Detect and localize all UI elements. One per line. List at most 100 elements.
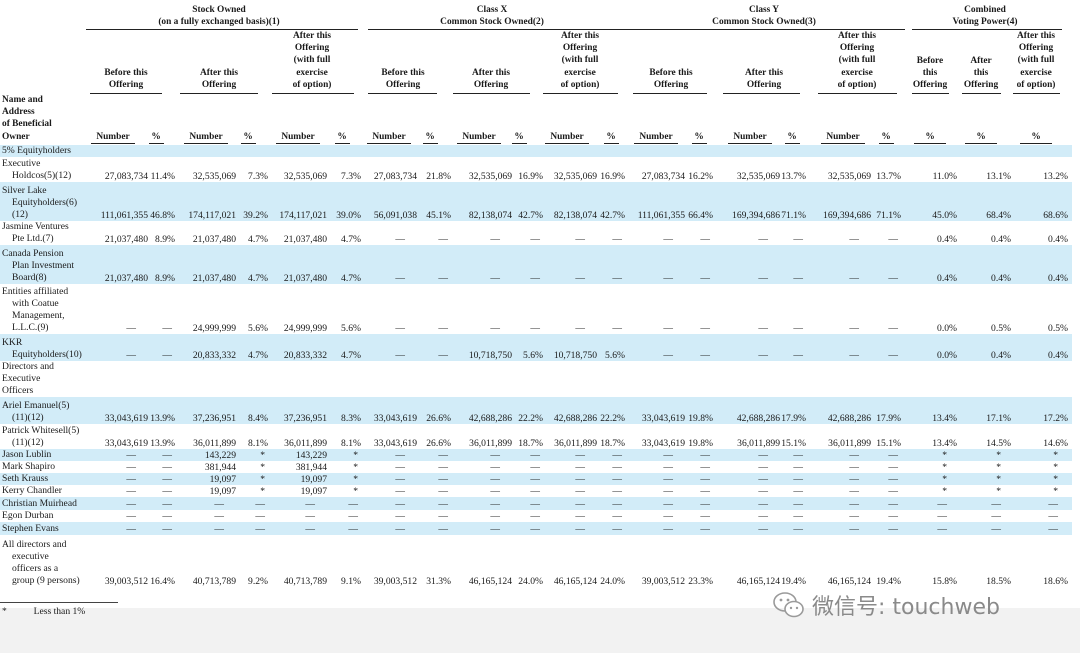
subheader-rule [90, 93, 162, 94]
group-header-rule [912, 29, 1062, 30]
owner-name: Christian Muirhead [2, 498, 77, 510]
number-label-rule [457, 143, 501, 144]
cell-percent: 18.7% [600, 437, 625, 449]
cell-percent: — [438, 473, 448, 485]
row-shading [0, 145, 1072, 157]
cell-number: 39,003,512 [373, 575, 417, 587]
cell-voting-power: * [942, 485, 947, 497]
subheader-rule [368, 93, 437, 94]
cell-percent: — [612, 473, 622, 485]
owner-name: Equityholders(10) [12, 349, 82, 361]
cell-number: 46,165,124 [468, 575, 512, 587]
cell-number: — [490, 272, 500, 284]
cell-number: 42,688,286 [827, 412, 871, 424]
cell-percent: — [162, 485, 172, 497]
cell-number: 82,138,074 [553, 209, 597, 221]
cell-number: — [126, 523, 136, 535]
cell-percent: — [530, 461, 540, 473]
cell-number: — [663, 272, 673, 284]
section-heading: Executive [2, 373, 41, 385]
cell-number: — [490, 449, 500, 461]
owner-name: with Coatue [12, 297, 59, 309]
cell-voting-power: * [942, 449, 947, 461]
cell-percent: 16.4% [150, 575, 175, 587]
cell-number: — [214, 510, 224, 522]
cell-percent: 11.4% [150, 170, 175, 182]
cell-percent: 7.3% [248, 170, 268, 182]
subheader-rule [633, 93, 707, 94]
cell-number: — [214, 523, 224, 535]
subheader-rule [912, 93, 949, 94]
cell-percent: — [255, 510, 265, 522]
cell-percent: — [162, 510, 172, 522]
combined-before: Before [916, 56, 944, 66]
cell-number: 36,011,899 [554, 437, 597, 449]
combined-full-exercise: (with full [1017, 55, 1055, 66]
cell-percent: 22.2% [600, 412, 625, 424]
cell-percent: 21.8% [426, 170, 451, 182]
cell-number: — [395, 349, 405, 361]
combined-full-exercise: After this [1016, 31, 1056, 41]
cell-percent: 8.1% [248, 437, 268, 449]
cell-percent: 19.8% [688, 412, 713, 424]
cell-number: 33,043,619 [104, 412, 148, 424]
cell-number: 39,003,512 [104, 575, 148, 587]
cell-number: — [849, 510, 859, 522]
cell-number: — [758, 473, 768, 485]
owner-name: Pte Ltd.(7) [12, 233, 54, 245]
cell-percent: — [162, 498, 172, 510]
number-label-rule [821, 143, 865, 144]
cell-number: — [490, 322, 500, 334]
cell-number: — [575, 461, 585, 473]
subheader-rule [453, 93, 530, 94]
cell-number: — [395, 449, 405, 461]
cell-percent: — [700, 272, 710, 284]
cell-percent: — [348, 523, 358, 535]
section-heading: Officers [2, 385, 34, 397]
name-column-header: Owner [2, 131, 30, 142]
cell-number: 24,999,999 [283, 322, 327, 334]
cell-percent: 31.3% [426, 575, 451, 587]
cell-number: — [395, 461, 405, 473]
cell-percent: — [793, 461, 803, 473]
cell-voting-power: 0.4% [991, 272, 1011, 284]
cell-number: 169,394,686 [732, 209, 780, 221]
cell-number: 24,999,999 [192, 322, 236, 334]
cell-number: 32,535,069 [827, 170, 871, 182]
cell-percent: — [888, 485, 898, 497]
owner-name: Ariel Emanuel(5) [2, 400, 70, 412]
pct-label-rule [423, 143, 438, 144]
cell-percent: 19.4% [781, 575, 806, 587]
cell-percent: — [888, 510, 898, 522]
cell-number: — [305, 510, 315, 522]
cell-percent: * [353, 461, 358, 473]
subheader-rule [180, 93, 258, 94]
cell-number: — [575, 233, 585, 245]
combined-after: After [970, 56, 992, 66]
cell-percent: * [260, 461, 265, 473]
cell-voting-power: — [937, 510, 947, 522]
cell-number: 36,011,899 [737, 437, 780, 449]
cell-percent: — [793, 498, 803, 510]
cell-percent: 26.6% [426, 412, 451, 424]
cell-number: 56,091,038 [373, 209, 417, 221]
name-column-header: Address [2, 107, 35, 118]
cell-percent: 18.7% [518, 437, 543, 449]
cell-percent: — [612, 510, 622, 522]
cell-percent: 15.1% [876, 437, 901, 449]
cell-number: — [490, 485, 500, 497]
group-header-rule [633, 29, 905, 30]
cell-number: 10,718,750 [468, 349, 512, 361]
cell-number: 32,535,069 [192, 170, 236, 182]
group-header-rule [368, 29, 633, 30]
cell-number: 27,083,734 [104, 170, 148, 182]
pct-column-label: % [606, 132, 616, 142]
pct-column-label: % [151, 132, 161, 142]
cell-percent: — [255, 523, 265, 535]
cell-voting-power: 0.4% [1048, 272, 1068, 284]
pct-label-rule [149, 143, 164, 144]
cell-number: — [758, 523, 768, 535]
footnote: * Less than 1% [2, 606, 85, 617]
cell-number: 46,165,124 [827, 575, 871, 587]
cell-percent: — [438, 485, 448, 497]
